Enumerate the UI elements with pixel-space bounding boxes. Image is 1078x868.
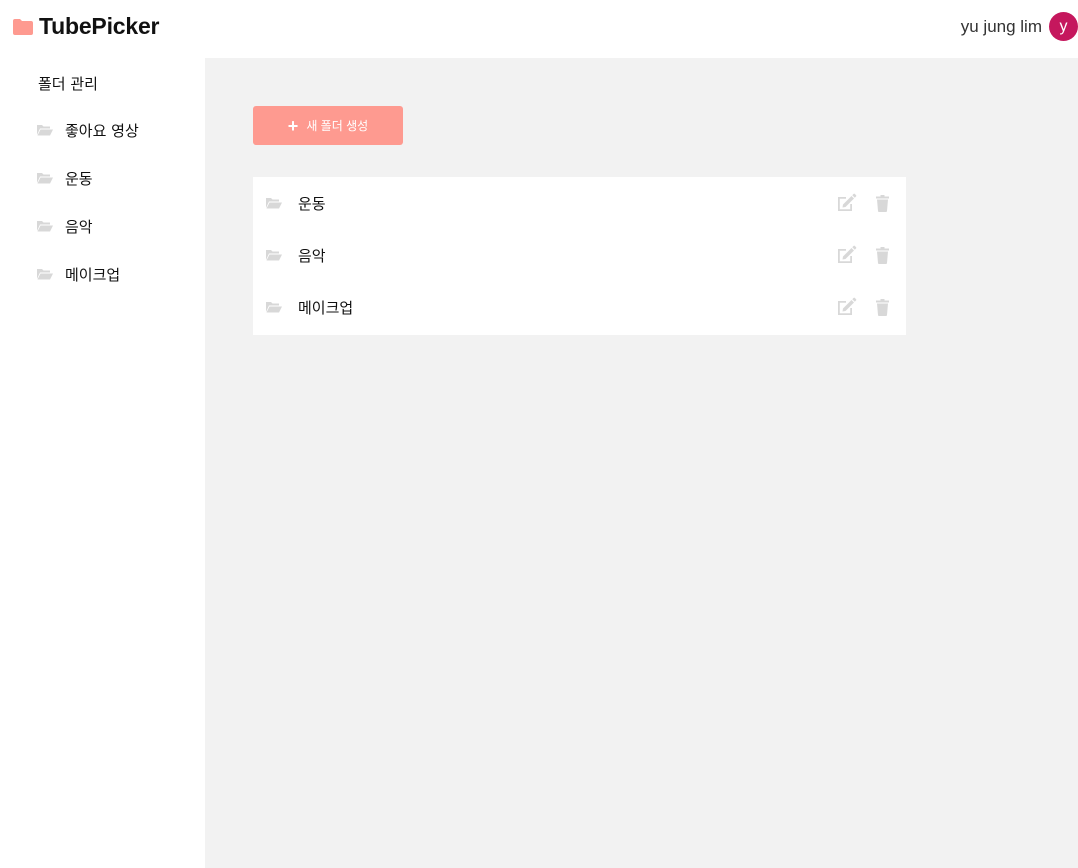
plus-icon: + [287,115,299,136]
folder-row[interactable]: 음악 [253,229,906,281]
user-menu[interactable]: yu jung lim y [961,12,1078,41]
folder-row[interactable]: 운동 [253,177,906,229]
trash-icon[interactable] [876,246,889,264]
sidebar: 폴더 관리 좋아요 영상 운동 음악 메이크업 [0,58,205,868]
sidebar-item-label: 운동 [65,169,93,188]
app-title: TubePicker [39,13,160,39]
main-content: + 새 폴더 생성 운동 음악 메이크업 [205,58,1078,868]
sidebar-item-label: 메이크업 [65,265,121,284]
sidebar-item-liked-videos[interactable]: 좋아요 영상 [37,118,139,142]
folder-open-icon [266,250,282,261]
brand-logo-link[interactable]: TubePicker [13,13,159,40]
sidebar-item-music[interactable]: 음악 [37,214,93,238]
folder-row[interactable]: 메이크업 [253,281,906,333]
sidebar-item-makeup[interactable]: 메이크업 [37,262,120,286]
folder-open-icon [266,302,282,313]
folder-open-icon [37,221,53,232]
folder-name: 운동 [298,194,326,213]
folder-open-icon [37,173,53,184]
trash-icon[interactable] [876,298,889,316]
top-header: TubePicker yu jung lim y [0,0,1078,58]
folder-name: 메이크업 [298,298,354,317]
edit-icon[interactable] [836,193,857,213]
folder-open-icon [37,125,53,136]
avatar[interactable]: y [1049,12,1078,41]
folder-open-icon [37,269,53,280]
sidebar-item-label: 좋아요 영상 [65,121,139,140]
folder-name: 음악 [298,246,326,265]
sidebar-item-label: 음악 [65,217,93,236]
trash-icon[interactable] [876,194,889,212]
edit-icon[interactable] [836,245,857,265]
new-folder-label: 새 폴더 생성 [306,119,369,133]
folder-list: 운동 음악 메이크업 [253,177,906,335]
edit-icon[interactable] [836,297,857,317]
folder-icon [13,18,33,35]
user-name: yu jung lim [960,16,1042,36]
sidebar-item-exercise[interactable]: 운동 [37,166,93,190]
sidebar-heading: 폴더 관리 [38,75,98,93]
folder-open-icon [266,198,282,209]
new-folder-button[interactable]: + 새 폴더 생성 [253,106,403,145]
